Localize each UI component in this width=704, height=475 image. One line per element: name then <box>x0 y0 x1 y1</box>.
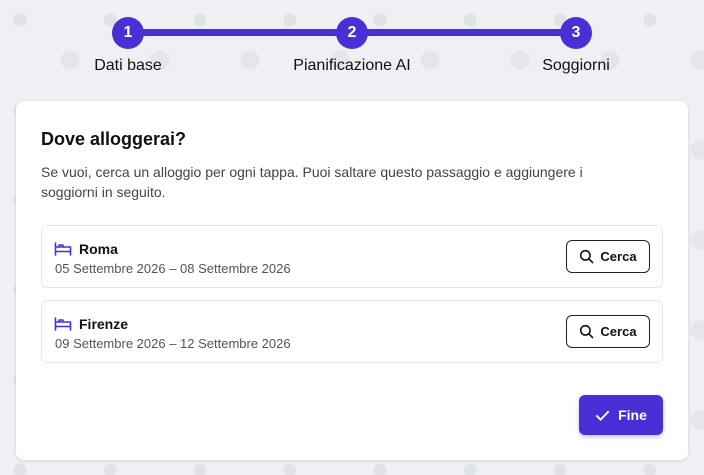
search-button-label: Cerca <box>600 249 637 264</box>
search-stay-button[interactable]: Cerca <box>566 240 650 273</box>
step-1-label: Dati base <box>94 57 162 74</box>
stay-city: Firenze <box>79 316 129 332</box>
stays-card: Dove alloggerai? Se vuoi, cerca un allog… <box>16 101 688 460</box>
step-2-circle[interactable]: 2 <box>336 17 368 49</box>
search-button-label: Cerca <box>600 324 637 339</box>
stepper: 1 Dati base 2 Pianificazione AI 3 Soggio… <box>0 0 704 95</box>
search-icon <box>580 249 594 264</box>
finish-button-label: Fine <box>618 407 647 423</box>
bed-icon <box>54 317 72 331</box>
step-3-label: Soggiorni <box>542 57 610 74</box>
card-description: Se vuoi, cerca un alloggio per ogni tapp… <box>41 164 583 200</box>
stay-dates: 09 Settembre 2026 – 12 Settembre 2026 <box>55 336 291 351</box>
card-title: Dove alloggerai? <box>41 129 187 149</box>
finish-button[interactable]: Fine <box>579 395 663 435</box>
step-2-label: Pianificazione AI <box>293 57 411 74</box>
stay-dates: 05 Settembre 2026 – 08 Settembre 2026 <box>55 261 291 276</box>
check-icon <box>596 410 610 421</box>
stay-row-roma: Roma 05 Settembre 2026 – 08 Settembre 20… <box>41 225 663 288</box>
bed-icon <box>54 242 72 256</box>
step-3-circle[interactable]: 3 <box>560 17 592 49</box>
stay-city: Roma <box>79 241 118 257</box>
search-icon <box>580 324 594 339</box>
stay-row-firenze: Firenze 09 Settembre 2026 – 12 Settembre… <box>41 300 663 363</box>
search-stay-button[interactable]: Cerca <box>566 315 650 348</box>
step-1-circle[interactable]: 1 <box>112 17 144 49</box>
